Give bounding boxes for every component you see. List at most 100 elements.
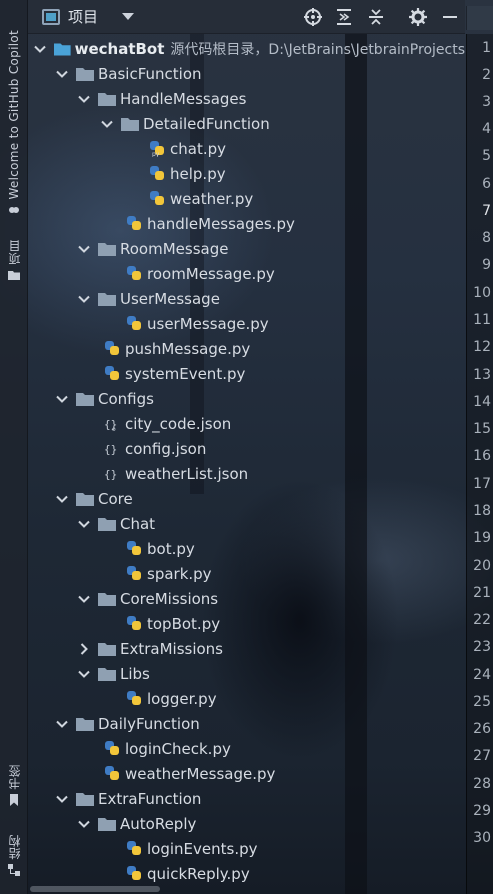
- chevron-down-icon[interactable]: [56, 393, 68, 405]
- folder-basic-function[interactable]: BasicFunction: [28, 61, 465, 86]
- folder-label: BasicFunction: [98, 64, 202, 83]
- folder-icon: [121, 117, 139, 131]
- horizontal-scrollbar[interactable]: [30, 886, 160, 892]
- chevron-down-icon[interactable]: [56, 793, 68, 805]
- bookmarks-label: 书签: [7, 765, 22, 790]
- structure-label: 结构: [7, 835, 22, 860]
- file-chat-py[interactable]: py chat.py: [28, 136, 465, 161]
- line-number: 10: [473, 285, 491, 301]
- file-city-code-json[interactable]: {} o city_code.json: [28, 411, 465, 436]
- chevron-down-icon[interactable]: [78, 518, 90, 530]
- folder-icon: [98, 242, 116, 256]
- file-weather-py[interactable]: weather.py: [28, 186, 465, 211]
- folder-extra-missions[interactable]: ExtraMissions: [28, 636, 465, 661]
- python-file-icon: py: [150, 141, 164, 157]
- folder-label: CoreMissions: [120, 589, 219, 608]
- file-label: topBot.py: [147, 614, 221, 633]
- project-panel-icon: [42, 8, 60, 25]
- line-number: 21: [473, 585, 491, 601]
- file-weather-message-py[interactable]: weatherMessage.py: [28, 761, 465, 786]
- file-login-events-py[interactable]: loginEvents.py: [28, 836, 465, 861]
- folder-icon: [98, 92, 116, 106]
- chevron-down-icon[interactable]: [56, 493, 68, 505]
- panel-title[interactable]: 项目: [68, 6, 98, 27]
- chevron-down-icon[interactable]: [56, 718, 68, 730]
- python-file-icon: [127, 316, 141, 330]
- chevron-down-icon[interactable]: [78, 818, 90, 830]
- root-label: wechatBot: [74, 39, 165, 58]
- chevron-down-icon[interactable]: [78, 293, 90, 305]
- crosshair-icon[interactable]: [303, 7, 323, 27]
- file-logger-py[interactable]: logger.py: [28, 686, 465, 711]
- expand-all-icon[interactable]: [334, 7, 354, 27]
- chevron-down-icon[interactable]: [78, 593, 90, 605]
- file-label: loginCheck.py: [125, 739, 231, 758]
- file-help-py[interactable]: help.py: [28, 161, 465, 186]
- file-user-message-py[interactable]: userMessage.py: [28, 311, 465, 336]
- bookmarks-tool-button[interactable]: 书签: [4, 765, 24, 806]
- line-number: 18: [473, 503, 491, 519]
- folder-auto-reply[interactable]: AutoReply: [28, 811, 465, 836]
- file-label: weather.py: [170, 189, 254, 208]
- folder-core[interactable]: Core: [28, 486, 465, 511]
- folder-handle-messages[interactable]: HandleMessages: [28, 86, 465, 111]
- line-number: 14: [473, 394, 491, 410]
- folder-daily-function[interactable]: DailyFunction: [28, 711, 465, 736]
- file-quick-reply-py[interactable]: quickReply.py: [28, 861, 465, 886]
- folder-label: ExtraMissions: [120, 639, 224, 658]
- folder-extra-function[interactable]: ExtraFunction: [28, 786, 465, 811]
- file-login-check-py[interactable]: loginCheck.py: [28, 736, 465, 761]
- copilot-icon: [9, 206, 19, 213]
- python-file-icon: [127, 566, 141, 580]
- file-config-json[interactable]: {} config.json: [28, 436, 465, 461]
- chevron-down-icon[interactable]: [122, 13, 135, 20]
- folder-user-message[interactable]: UserMessage: [28, 286, 465, 311]
- python-file-icon: [105, 341, 119, 355]
- folder-label: Core: [98, 489, 133, 508]
- folder-label: Configs: [98, 389, 154, 408]
- line-number: 1: [482, 40, 491, 56]
- file-label: loginEvents.py: [147, 839, 258, 858]
- file-label: spark.py: [147, 564, 212, 583]
- project-tool-button[interactable]: 项目: [4, 240, 24, 281]
- folder-core-missions[interactable]: CoreMissions: [28, 586, 465, 611]
- editor-tab[interactable]: [466, 6, 493, 30]
- file-room-message-py[interactable]: roomMessage.py: [28, 261, 465, 286]
- file-spark-py[interactable]: spark.py: [28, 561, 465, 586]
- python-file-icon: [105, 741, 119, 755]
- file-push-message-py[interactable]: pushMessage.py: [28, 336, 465, 361]
- folder-icon: [98, 292, 116, 306]
- folder-chat[interactable]: Chat: [28, 511, 465, 536]
- chevron-down-icon[interactable]: [101, 118, 113, 130]
- file-label: handleMessages.py: [147, 214, 295, 233]
- copilot-tool-button[interactable]: Welcome to GitHub Copilot: [4, 30, 24, 216]
- chevron-down-icon[interactable]: [34, 43, 46, 55]
- line-number: 17: [473, 476, 491, 492]
- folder-room-message[interactable]: RoomMessage: [28, 236, 465, 261]
- minimize-icon[interactable]: [440, 7, 460, 27]
- python-file-icon: [127, 841, 141, 855]
- tree-root[interactable]: wechatBot 源代码根目录，D:\JetBrains\JetbrainPr…: [28, 36, 465, 61]
- folder-configs[interactable]: Configs: [28, 386, 465, 411]
- gear-icon[interactable]: [408, 7, 428, 27]
- file-label: config.json: [125, 439, 207, 458]
- file-top-bot-py[interactable]: topBot.py: [28, 611, 465, 636]
- chevron-down-icon[interactable]: [78, 243, 90, 255]
- file-system-event-py[interactable]: systemEvent.py: [28, 361, 465, 386]
- structure-tool-button[interactable]: 结构: [4, 835, 24, 876]
- project-file-tree: wechatBot 源代码根目录，D:\JetBrains\JetbrainPr…: [28, 34, 465, 894]
- folder-libs[interactable]: Libs: [28, 661, 465, 686]
- chevron-right-icon[interactable]: [78, 642, 90, 655]
- chevron-down-icon[interactable]: [78, 93, 90, 105]
- folder-label: DetailedFunction: [143, 114, 270, 133]
- chevron-down-icon[interactable]: [56, 68, 68, 80]
- file-bot-py[interactable]: bot.py: [28, 536, 465, 561]
- chevron-down-icon[interactable]: [78, 668, 90, 680]
- file-handle-messages-py[interactable]: handleMessages.py: [28, 211, 465, 236]
- file-weather-list-json[interactable]: {} weatherList.json: [28, 461, 465, 486]
- folder-detailed-function[interactable]: DetailedFunction: [28, 111, 465, 136]
- line-number: 7: [482, 203, 491, 219]
- python-file-icon: [127, 616, 141, 630]
- collapse-all-icon[interactable]: [366, 7, 386, 27]
- folder-icon: [76, 67, 94, 81]
